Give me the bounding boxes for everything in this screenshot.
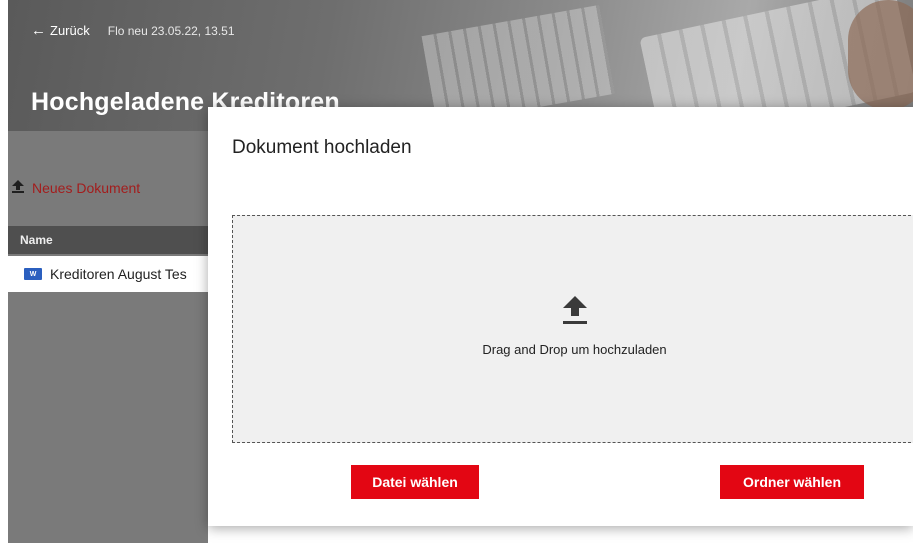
back-button[interactable]: ← Zurück	[31, 22, 90, 39]
table-row[interactable]: W Kreditoren August Tes	[8, 256, 208, 292]
table-header-name[interactable]: Name	[8, 226, 208, 254]
dialog-title: Dokument hochladen	[232, 137, 412, 158]
document-name: Kreditoren August Tes	[50, 266, 187, 282]
word-document-icon: W	[24, 268, 42, 280]
arrow-left-icon: ←	[31, 22, 46, 39]
upload-arrow-icon	[562, 296, 587, 324]
breadcrumb: Flo neu 23.05.22, 13.51	[107, 23, 235, 38]
upload-dialog: Dokument hochladen Drag and Drop um hoch…	[208, 107, 913, 526]
drop-zone[interactable]: Drag and Drop um hochzuladen	[232, 215, 913, 443]
new-document-label: Neues Dokument	[32, 180, 141, 196]
new-document-link[interactable]: Neues Dokument	[12, 180, 140, 196]
back-label: Zurück	[50, 23, 90, 38]
hand-image	[848, 0, 913, 110]
choose-file-button[interactable]: Datei wählen	[351, 465, 479, 499]
top-navigation: ← Zurück Flo neu 23.05.22, 13.51	[31, 22, 235, 39]
choose-folder-button[interactable]: Ordner wählen	[720, 465, 864, 499]
drop-zone-text: Drag and Drop um hochzuladen	[482, 342, 667, 357]
upload-icon	[12, 180, 24, 196]
